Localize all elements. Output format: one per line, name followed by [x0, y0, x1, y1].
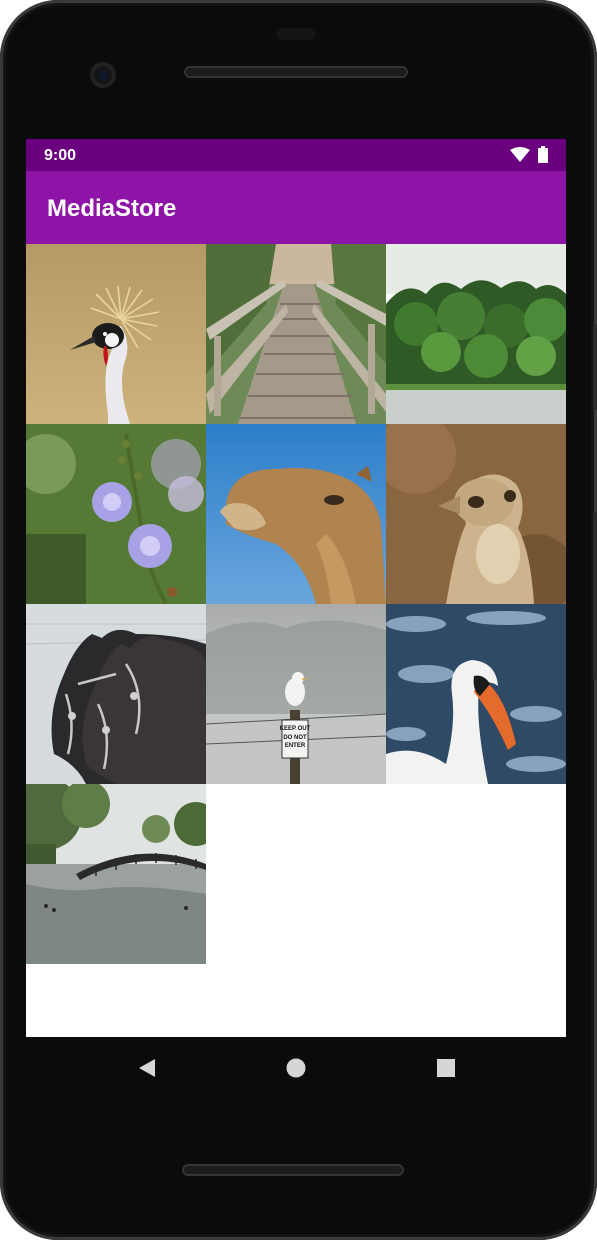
image-grid: KEEP OUT DO NOT ENTER — [26, 244, 566, 964]
gallery-image-swan[interactable] — [386, 604, 566, 784]
screen: 9:00 MediaStore KEEP OUT DO NOT ENTER — [26, 139, 566, 1037]
sign-text-2: DO NOT — [283, 735, 307, 741]
overview-icon[interactable] — [435, 1057, 457, 1079]
gallery-image-meerkat[interactable] — [386, 424, 566, 604]
battery-icon — [538, 146, 548, 163]
navigation-bar — [0, 1037, 597, 1099]
app-title: MediaStore — [47, 195, 177, 222]
gallery-image-footbridge[interactable] — [26, 784, 206, 964]
volume-rocker — [593, 512, 597, 680]
gallery-image-gull[interactable]: KEEP OUT DO NOT ENTER — [206, 604, 386, 784]
gallery-image-chicory-flowers[interactable] — [26, 424, 206, 604]
front-camera-icon — [90, 62, 116, 88]
bottom-speaker — [182, 1164, 404, 1176]
gallery-image-horses[interactable] — [26, 604, 206, 784]
sign-text-1: KEEP OUT — [280, 726, 311, 732]
back-icon[interactable] — [135, 1057, 157, 1079]
power-button — [593, 324, 597, 410]
sign-text-3: ENTER — [285, 743, 306, 749]
gallery-image-camel[interactable] — [206, 424, 386, 604]
status-bar: 9:00 — [26, 139, 566, 171]
home-icon[interactable] — [285, 1057, 307, 1079]
proximity-sensor — [276, 28, 316, 40]
earpiece-speaker — [184, 66, 408, 78]
phone-frame: 9:00 MediaStore KEEP OUT DO NOT ENTER — [0, 0, 597, 1240]
app-bar: MediaStore — [26, 171, 566, 244]
status-icons — [510, 146, 548, 163]
status-time: 9:00 — [44, 147, 77, 164]
gallery-image-crane[interactable] — [26, 244, 206, 424]
gallery-image-forest[interactable] — [386, 244, 566, 424]
gallery-image-boardwalk[interactable] — [206, 244, 386, 424]
wifi-icon — [510, 146, 530, 162]
